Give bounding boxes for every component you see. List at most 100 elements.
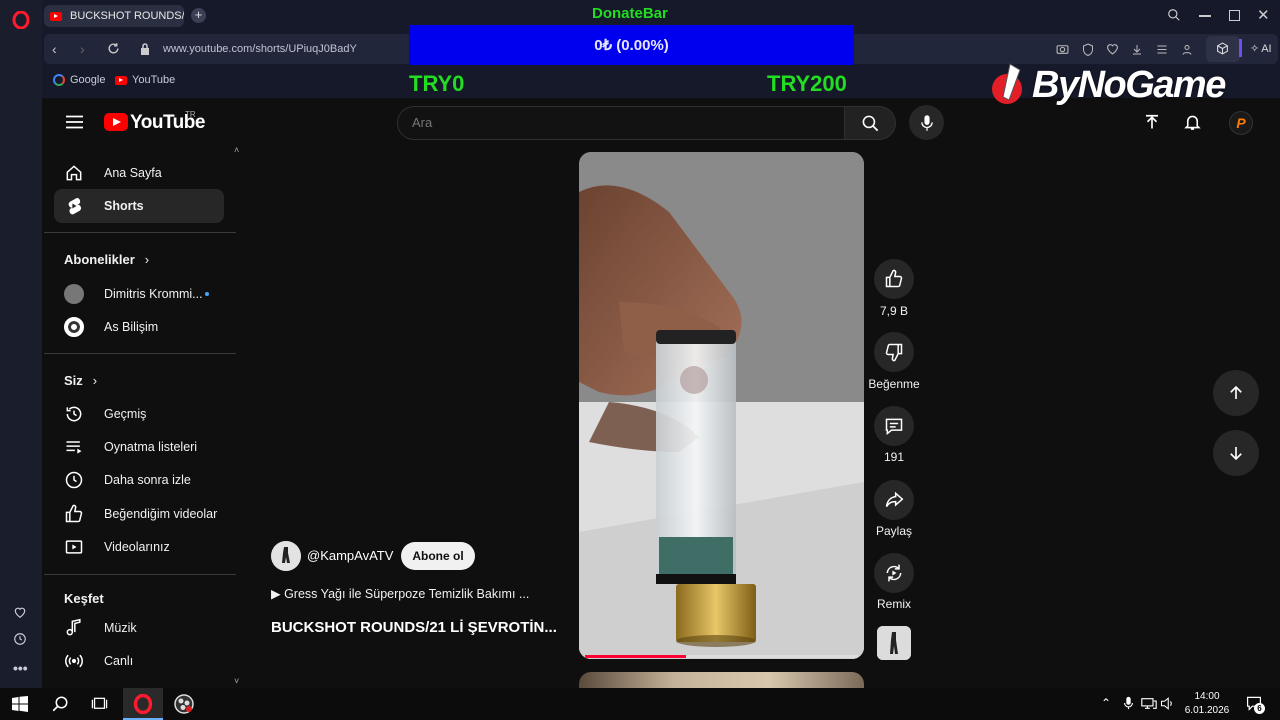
minimize-button[interactable] xyxy=(1199,15,1211,17)
search-box[interactable] xyxy=(397,106,844,140)
search-button[interactable] xyxy=(844,106,896,140)
new-tab-button[interactable]: + xyxy=(191,8,206,23)
comment-icon xyxy=(885,418,903,436)
network-tray-icon[interactable] xyxy=(1141,697,1157,710)
donate-progress-text: 0₺ (0.00%) xyxy=(594,37,669,54)
sidebar-divider xyxy=(44,353,236,354)
search-taskbar-icon[interactable] xyxy=(51,695,69,713)
sound-thumbnail[interactable] xyxy=(877,626,911,660)
youtube-logo-icon[interactable] xyxy=(104,113,128,131)
reload-icon[interactable] xyxy=(107,42,120,55)
history-clock-icon[interactable] xyxy=(13,632,27,646)
subscribe-button[interactable]: Abone ol xyxy=(401,542,475,570)
favorite-heart-icon[interactable] xyxy=(1106,43,1119,55)
sidebar-item-shorts[interactable]: Shorts xyxy=(54,189,224,223)
camera-icon[interactable] xyxy=(1056,43,1069,55)
close-window-button[interactable]: ✕ xyxy=(1257,6,1270,24)
sidebar-divider xyxy=(44,574,236,575)
history-icon xyxy=(66,406,82,422)
playlist-link[interactable]: ▶ Gress Yağı ile Süperpoze Temizlik Bakı… xyxy=(271,586,529,601)
sidebar-divider xyxy=(44,232,236,233)
arrow-down-icon xyxy=(1230,447,1242,461)
volume-tray-icon[interactable] xyxy=(1160,697,1175,710)
video-progress-fill xyxy=(585,655,686,658)
browser-tab[interactable]: BUCKSHOT ROUNDS/ xyxy=(44,5,184,27)
remix-label: Remix xyxy=(876,597,911,611)
search-icon xyxy=(862,115,878,131)
restore-button[interactable] xyxy=(1229,10,1240,21)
opera-icon xyxy=(133,694,153,714)
sidebar-scroll-down[interactable]: ˅ xyxy=(234,676,239,686)
remix-icon xyxy=(886,564,902,582)
share-button[interactable] xyxy=(874,480,914,520)
sidebar-item-your-videos[interactable]: Videolarınız xyxy=(54,530,224,564)
clock-date: 6.01.2026 xyxy=(1184,705,1230,716)
youtube-bookmark-icon xyxy=(115,75,127,85)
hamburger-menu-icon[interactable] xyxy=(66,115,83,129)
taskbar-obs-icon[interactable] xyxy=(174,694,194,714)
channel-handle[interactable]: @KampAvATV xyxy=(307,548,393,563)
subscriptions-heading[interactable]: Abonelikler › xyxy=(64,252,149,267)
share-arrow-icon xyxy=(885,491,904,508)
like-button[interactable] xyxy=(874,259,914,299)
menu-lines-icon[interactable] xyxy=(1156,44,1168,55)
windows-start-icon[interactable] xyxy=(12,696,28,712)
profile-icon[interactable] xyxy=(1181,43,1193,56)
search-tabs-icon[interactable] xyxy=(1167,8,1181,22)
sidebar-item-liked-videos[interactable]: Beğendiğim videolar xyxy=(54,497,224,531)
upload-icon[interactable] xyxy=(1143,113,1161,132)
search-input[interactable] xyxy=(412,115,812,130)
clock[interactable]: 14:00 6.01.2026 xyxy=(1183,690,1231,718)
back-button[interactable]: ‹ xyxy=(52,41,57,57)
tray-overflow-icon[interactable]: ⌃ xyxy=(1101,696,1111,710)
microphone-tray-icon[interactable] xyxy=(1123,696,1134,710)
more-icon[interactable]: ••• xyxy=(13,660,28,676)
arrow-up-icon xyxy=(1230,385,1242,399)
short-video-player[interactable] xyxy=(579,152,864,659)
sidebar-item-subscription[interactable]: As Bilişim xyxy=(54,310,224,344)
lock-icon[interactable] xyxy=(140,43,150,55)
comments-button[interactable] xyxy=(874,406,914,446)
sidebar-scroll-up[interactable]: ˄ xyxy=(234,145,239,155)
aria-ai-button[interactable]: ✧ AI xyxy=(1250,42,1272,56)
avatar[interactable]: P xyxy=(1229,111,1253,135)
sidebar-item-watch-later[interactable]: Daha sonra izle xyxy=(54,463,224,497)
video-progress-track[interactable] xyxy=(585,655,858,658)
bynogame-text: ByNoGame xyxy=(1032,63,1226,106)
extensions-button[interactable] xyxy=(1206,36,1240,62)
playlist-icon xyxy=(66,441,82,454)
taskbar-opera-button[interactable] xyxy=(123,688,163,720)
sidebar-item-home[interactable]: Ana Sayfa xyxy=(54,156,224,190)
task-view-icon[interactable] xyxy=(91,696,108,712)
next-short-preview[interactable] xyxy=(579,672,864,688)
thumbs-up-icon xyxy=(885,269,903,288)
like-count: 7,9 B xyxy=(879,304,909,318)
donate-bar-title: DonateBar xyxy=(592,5,668,22)
bookmark-google[interactable]: Google xyxy=(53,74,105,86)
new-content-dot xyxy=(205,292,209,296)
you-heading[interactable]: Siz › xyxy=(64,373,97,388)
remix-button[interactable] xyxy=(874,553,914,593)
previous-short-button[interactable] xyxy=(1213,370,1259,416)
bynogame-watermark: ByNoGame xyxy=(990,60,1226,110)
channel-avatar[interactable] xyxy=(271,541,301,571)
opera-logo-icon[interactable] xyxy=(12,11,30,29)
shield-icon[interactable] xyxy=(1082,43,1094,56)
download-icon[interactable] xyxy=(1131,43,1143,56)
bookmark-youtube[interactable]: YouTube xyxy=(115,74,175,86)
voice-search-button[interactable] xyxy=(909,105,944,140)
forward-button[interactable]: › xyxy=(80,41,85,57)
next-short-button[interactable] xyxy=(1213,430,1259,476)
heart-icon[interactable] xyxy=(13,605,27,619)
sidebar-item-playlists[interactable]: Oynatma listeleri xyxy=(54,430,224,464)
url-text[interactable]: www.youtube.com/shorts/UPiuqJ0BadY xyxy=(163,43,357,55)
ai-accent-bar xyxy=(1239,39,1242,57)
sidebar-item-history[interactable]: Geçmiş xyxy=(54,397,224,431)
tab-title: BUCKSHOT ROUNDS/ xyxy=(70,10,184,22)
short-title[interactable]: BUCKSHOT ROUNDS/21 Lİ ŞEVROTİN... xyxy=(271,619,557,636)
sidebar-item-live[interactable]: Canlı xyxy=(54,644,224,678)
sidebar-item-subscription[interactable]: Dimitris Krommi... xyxy=(54,277,224,311)
dislike-button[interactable] xyxy=(874,332,914,372)
notifications-bell-icon[interactable] xyxy=(1183,112,1202,132)
sidebar-item-music[interactable]: Müzik xyxy=(54,611,224,645)
